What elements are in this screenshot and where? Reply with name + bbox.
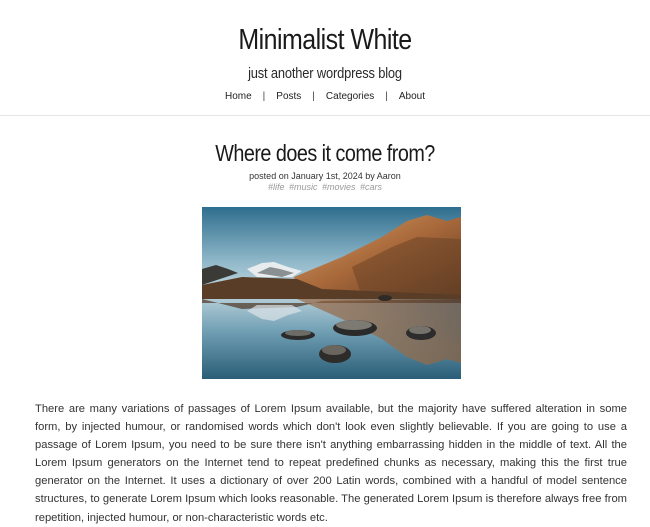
- nav-item-about[interactable]: About: [397, 91, 427, 102]
- site-header: Minimalist White just another wordpress …: [0, 0, 650, 116]
- post-title[interactable]: Where does it come from?: [46, 140, 605, 167]
- nav-separator: |: [262, 91, 266, 102]
- nav-separator: |: [312, 91, 315, 102]
- tag-music[interactable]: #music: [289, 182, 318, 192]
- nav-item-posts[interactable]: Posts: [274, 91, 303, 102]
- post-body: There are many variations of passages of…: [35, 403, 627, 524]
- tag-life[interactable]: #life: [268, 182, 285, 192]
- nav-item-home[interactable]: Home: [223, 91, 254, 102]
- site-title[interactable]: Minimalist White: [46, 24, 605, 57]
- post-author-link[interactable]: Aaron: [377, 171, 401, 181]
- meta-prefix: posted on: [249, 171, 292, 181]
- tag-cars[interactable]: #cars: [360, 182, 382, 192]
- post-date: January 1st, 2024: [291, 171, 363, 181]
- nav-item-categories[interactable]: Categories: [324, 91, 376, 102]
- post-meta: posted on January 1st, 2024 by Aaron: [0, 171, 650, 181]
- site-tagline: just another wordpress blog: [248, 65, 402, 82]
- post-tags: #life #music #movies #cars: [0, 182, 650, 192]
- nav-separator: |: [385, 91, 388, 102]
- meta-by: by: [362, 171, 377, 181]
- tag-movies[interactable]: #movies: [322, 182, 356, 192]
- main-nav: Home | Posts | Categories | About: [0, 91, 650, 102]
- post-featured-image: [202, 207, 461, 379]
